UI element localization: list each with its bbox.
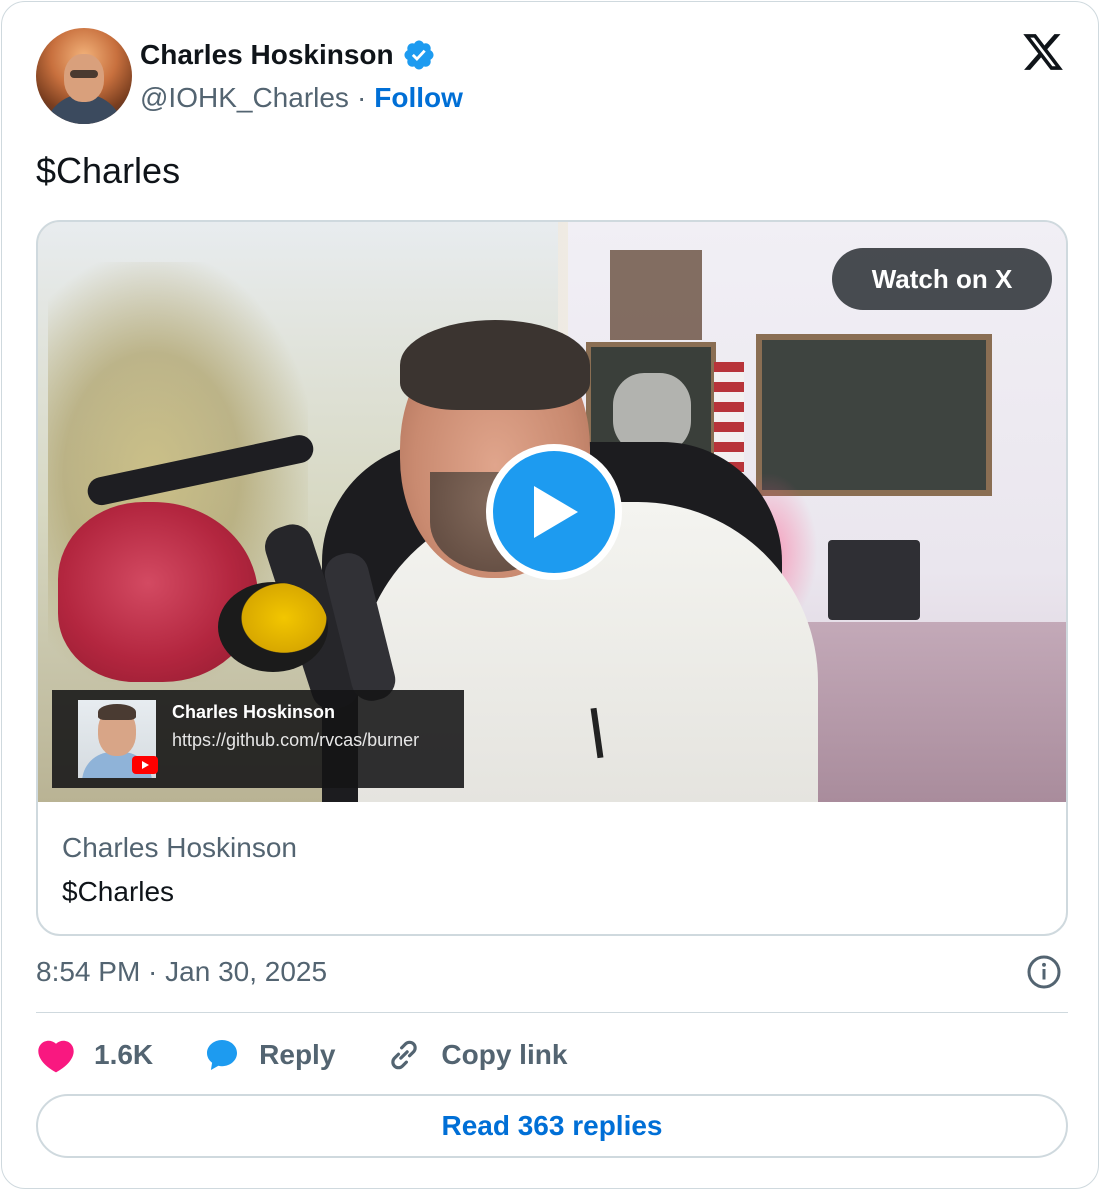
copy-link-button[interactable]: Copy link xyxy=(385,1036,567,1074)
yt-overlay-url[interactable]: https://github.com/rvcas/burner xyxy=(172,730,419,751)
play-button[interactable] xyxy=(486,444,622,580)
youtube-icon xyxy=(132,756,158,774)
play-icon xyxy=(534,486,578,538)
action-bar: 1.6K Reply Copy link xyxy=(36,1032,617,1078)
media-caption: $Charles xyxy=(62,876,175,907)
reply-label: Reply xyxy=(259,1039,336,1070)
tweet-embed-card: Charles Hoskinson @IOHK_Charles · Follow… xyxy=(1,1,1099,1189)
watch-on-x-button[interactable]: Watch on X xyxy=(832,248,1052,310)
divider xyxy=(36,1012,1068,1013)
follow-button[interactable]: Follow xyxy=(374,82,463,114)
separator-dot: · xyxy=(356,82,367,113)
author-name-row: Charles Hoskinson xyxy=(140,38,436,72)
media-author: Charles Hoskinson xyxy=(62,832,297,863)
reply-button[interactable]: Reply xyxy=(203,1037,335,1073)
author-name[interactable]: Charles Hoskinson xyxy=(140,39,394,71)
heart-icon xyxy=(38,1040,74,1073)
speech-bubble-icon xyxy=(207,1040,238,1070)
avatar[interactable] xyxy=(36,28,132,124)
x-logo-icon[interactable] xyxy=(1020,30,1066,74)
copy-link-label: Copy link xyxy=(441,1039,568,1070)
media-card[interactable]: Watch on X Charles Hoskinson https://git… xyxy=(36,220,1068,936)
tweet-text: $Charles xyxy=(36,150,181,191)
video-player[interactable]: Watch on X Charles Hoskinson https://git… xyxy=(38,222,1066,802)
yt-overlay-title: Charles Hoskinson xyxy=(172,702,336,722)
like-button[interactable]: 1.6K xyxy=(36,1037,153,1073)
link-icon xyxy=(391,1040,418,1070)
read-replies-button[interactable]: Read 363 replies xyxy=(36,1094,1068,1158)
info-icon[interactable] xyxy=(1026,954,1062,990)
author-handle[interactable]: @IOHK_Charles xyxy=(140,82,349,114)
like-count: 1.6K xyxy=(94,1039,154,1070)
verified-badge-icon xyxy=(404,40,434,70)
tweet-timestamp[interactable]: 8:54 PM · Jan 30, 2025 xyxy=(36,956,327,988)
author-handle-row: @IOHK_Charles · Follow xyxy=(140,82,463,114)
youtube-info-overlay[interactable]: Charles Hoskinson https://github.com/rvc… xyxy=(52,690,464,788)
